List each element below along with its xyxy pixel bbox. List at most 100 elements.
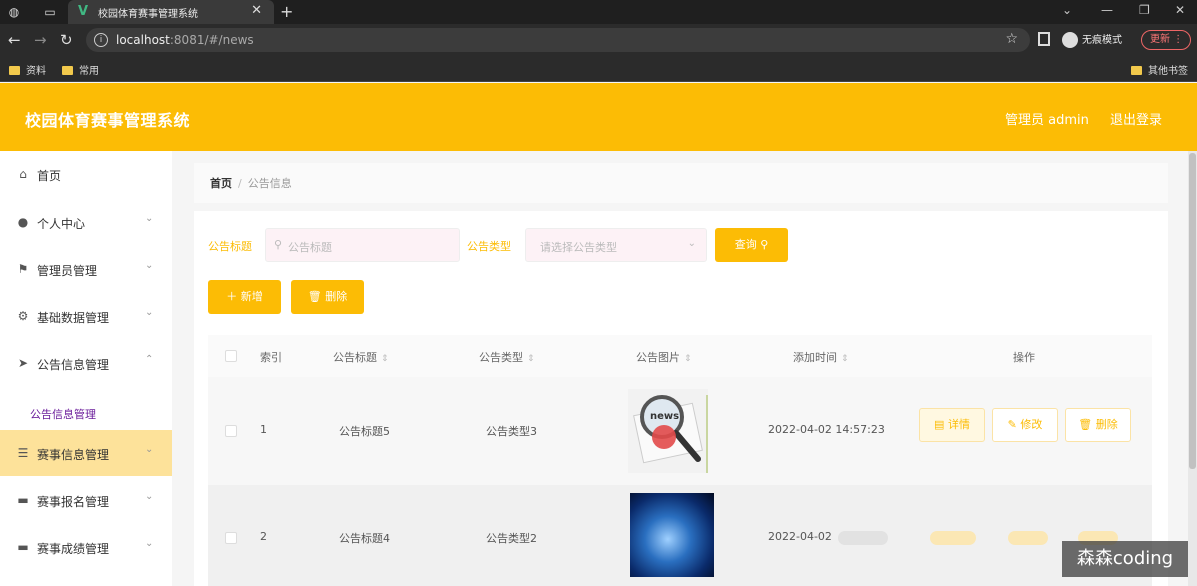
close-window-icon[interactable]: ✕ [1175,3,1185,17]
select-all-checkbox[interactable] [225,350,237,362]
bookmark-star-icon[interactable]: ☆ [1005,31,1018,47]
forward-icon[interactable]: → [34,31,47,49]
column-header-time[interactable]: 添加时间 ⇕ [793,349,849,365]
logout-link[interactable]: 退出登录 [1110,109,1162,128]
bookmark-folder[interactable]: 资料 [9,62,46,77]
url-host: localhost [116,33,170,47]
row-time: 2022-04-02 [768,530,832,543]
incognito-label: 无痕模式 [1082,35,1122,46]
news-globe-thumbnail[interactable] [630,493,714,577]
sort-icon: ⇕ [381,354,389,364]
search-button-label: 查询 [734,238,757,251]
sidebar-item-scores[interactable]: ▬ 赛事成绩管理 ⌄ [0,524,172,570]
user-icon: ● [17,215,29,229]
site-info-icon[interactable]: i [94,33,108,47]
window-icon[interactable]: ▭ [42,4,58,20]
monitor-icon: ▬ [17,493,29,507]
bulk-delete-button[interactable]: 🗑 删除 [291,280,364,314]
sidebar-item-admins[interactable]: ⚑ 管理员管理 ⌄ [0,246,172,292]
minimize-icon[interactable]: — [1101,3,1113,17]
sidebar-item-news[interactable]: ➤ 公告信息管理 ⌃ [0,340,172,386]
edit-button[interactable]: ✎ 修改 [992,408,1058,442]
gear-icon: ⚙ [17,309,29,323]
type-select-placeholder: 请选择公告类型 [540,241,617,254]
detail-label: 详情 [947,418,970,431]
row-time: 2022-04-02 14:57:23 [768,423,885,436]
column-header-title[interactable]: 公告标题 ⇕ [333,349,389,365]
row-title: 公告标题5 [339,425,390,438]
row-checkbox[interactable] [225,532,237,544]
breadcrumb-separator: / [238,177,242,190]
sidebar-item-registration[interactable]: ▬ 赛事报名管理 ⌄ [0,477,172,523]
sidebar-item-profile[interactable]: ● 个人中心 ⌄ [0,199,172,245]
news-thumbnail[interactable]: news [628,389,708,473]
column-header-label: 添加时间 [793,351,837,364]
chevron-down-icon: ⌄ [145,213,154,224]
title-search-input[interactable]: ⚲ 公告标题 [265,228,460,262]
browser-tab-bar: ◍ ▭ V 校园体育赛事管理系统 ✕ + ⌄ — ❐ ✕ [0,0,1197,24]
sort-icon: ⇕ [841,354,849,364]
chevron-down-icon: ⌄ [145,307,154,318]
reload-icon[interactable]: ↻ [60,31,73,49]
row-type: 公告类型2 [486,532,537,545]
delete-button[interactable]: 🗑 删除 [1065,408,1131,442]
column-header-label: 公告类型 [479,351,523,364]
sidebar-item-base-data[interactable]: ⚙ 基础数据管理 ⌄ [0,293,172,339]
sidebar-subitem-news[interactable]: 公告信息管理 [0,396,172,430]
column-header-label: 公告标题 [333,351,377,364]
sort-icon: ⇕ [527,354,535,364]
bookmark-label: 资料 [26,66,46,77]
breadcrumb: 首页 / 公告信息 [210,175,292,191]
blurred-button [930,531,976,545]
update-label: 更新 [1150,34,1170,45]
back-icon[interactable]: ← [8,31,21,49]
incognito-indicator[interactable]: 无痕模式 [1062,31,1122,48]
column-header-type[interactable]: 公告类型 ⇕ [479,349,535,365]
update-button[interactable]: 更新 ⋮ [1141,30,1191,50]
folder-icon [62,66,73,75]
sort-icon: ⇕ [684,354,692,364]
url-input[interactable]: i localhost:8081/#/news ☆ [86,28,1030,52]
sidebar-item-home[interactable]: ⌂ 首页 [0,151,172,197]
row-index: 1 [260,423,267,436]
folder-icon [1131,66,1142,75]
page-scrollbar[interactable] [1188,151,1197,586]
detail-button[interactable]: ▤ 详情 [919,408,985,442]
sidebar-item-label: 个人中心 [37,217,86,231]
row-checkbox[interactable] [225,425,237,437]
app-title: 校园体育赛事管理系统 [25,111,191,130]
search-icon: ⚲ [274,238,283,251]
trash-icon: 🗑 [307,290,322,303]
blurred-text [838,531,888,545]
tab-search-icon[interactable]: ⌄ [1062,3,1072,17]
blurred-button [1008,531,1048,545]
svg-text:news: news [650,411,679,422]
search-button[interactable]: 查询 ⚲ [715,228,788,262]
tab-title: 校园体育赛事管理系统 [98,9,198,20]
type-select[interactable]: 请选择公告类型 ⌄ [525,228,707,262]
restore-icon[interactable]: ❐ [1139,3,1150,17]
vue-logo-icon: V [78,4,89,19]
folder-icon [9,66,20,75]
table-row: 1 公告标题5 公告类型3 news 2022-04-02 14:57:23 ▤… [208,377,1152,485]
sidebar-item-events[interactable]: ☰ 赛事信息管理 ⌄ [0,430,172,476]
globe-icon[interactable]: ◍ [6,4,22,20]
scrollbar-thumb[interactable] [1189,153,1196,469]
close-tab-icon[interactable]: ✕ [251,3,262,18]
chevron-down-icon: ⌄ [687,238,696,249]
new-tab-icon[interactable]: + [280,2,293,21]
sidebar-item-label: 赛事信息管理 [37,448,110,462]
bookmark-folder[interactable]: 常用 [62,62,99,77]
monitor-icon: ▬ [17,540,29,554]
delete-label: 删除 [1095,418,1118,431]
incognito-icon [1062,32,1078,48]
browser-tab[interactable]: V 校园体育赛事管理系统 ✕ [68,0,274,24]
table-row: 2 公告标题4 公告类型2 2022-04-02 [208,485,1152,586]
add-button[interactable]: ＋ 新增 [208,280,281,314]
other-bookmarks[interactable]: 其他书签 [1131,62,1188,77]
breadcrumb-home[interactable]: 首页 [210,177,232,190]
column-header-image[interactable]: 公告图片 ⇕ [636,349,692,365]
side-panel-icon[interactable] [1038,32,1050,46]
address-bar-row: ← → ↻ i localhost:8081/#/news ☆ 无痕模式 更新 … [0,24,1197,56]
sidebar-item-label: 赛事成绩管理 [37,542,110,556]
